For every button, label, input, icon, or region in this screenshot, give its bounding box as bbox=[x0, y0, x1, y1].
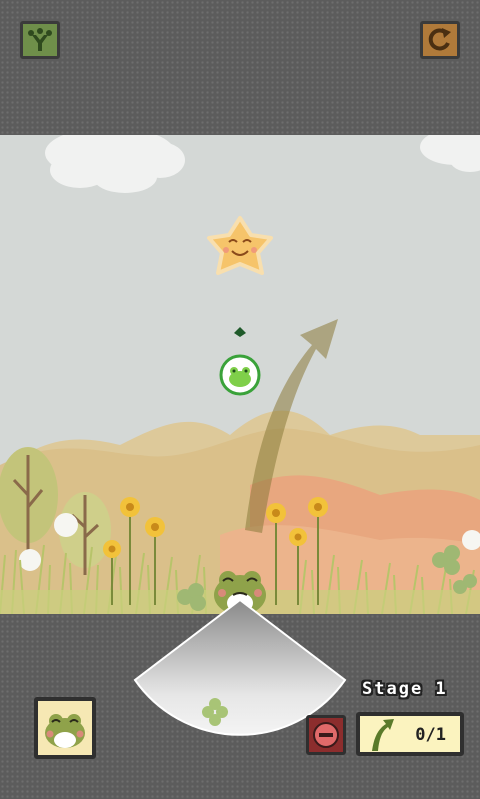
stop-button[interactable] bbox=[306, 715, 346, 755]
stage-label: Stage 1 bbox=[362, 679, 448, 699]
game-screen: Stage 1 0/1 bbox=[0, 0, 480, 799]
no-entry-icon bbox=[313, 722, 339, 748]
frog-face-icon bbox=[45, 714, 85, 748]
frog-portrait-button[interactable] bbox=[34, 697, 96, 759]
jump-counter: 0/1 bbox=[356, 712, 464, 756]
jump-count: 0/1 bbox=[415, 725, 446, 745]
jump-arrow-icon bbox=[372, 719, 394, 751]
